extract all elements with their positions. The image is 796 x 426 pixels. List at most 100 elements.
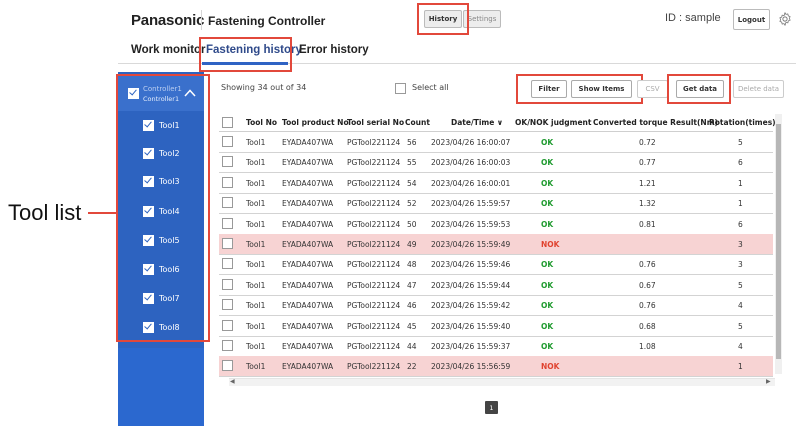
cell-torque: 0.77 xyxy=(639,158,656,168)
cell-datetime: 2023/04/26 15:59:53 xyxy=(431,219,511,229)
cell-product: EYADA407WA xyxy=(282,199,334,209)
tool-list-highlight xyxy=(116,74,210,342)
cell-judgment: OK xyxy=(541,321,554,331)
cell-serial: PGTool221124 xyxy=(347,138,401,147)
filter-show-highlight xyxy=(516,74,643,104)
cell-datetime: 2023/04/26 15:59:42 xyxy=(431,301,511,311)
vertical-scroll-thumb[interactable] xyxy=(776,124,781,359)
csv-button[interactable]: CSV xyxy=(637,80,668,98)
scroll-right-icon[interactable]: ▶ xyxy=(766,378,771,385)
cell-datetime: 2023/04/26 15:59:40 xyxy=(431,321,511,331)
column-header[interactable]: Tool serial No xyxy=(347,118,404,127)
table-row[interactable]: Tool1 EYADA407WA PGTool221124 44 2023/04/26 … xyxy=(219,336,773,357)
table-row[interactable]: Tool1 EYADA407WA PGTool221124 56 2023/04/26 … xyxy=(219,132,773,153)
cell-datetime: 2023/04/26 15:59:49 xyxy=(431,240,511,249)
tab-error-history[interactable]: Error history xyxy=(299,44,369,56)
row-checkbox[interactable] xyxy=(222,278,233,290)
cell-serial: PGTool221124 xyxy=(347,280,401,290)
cell-rotation: 4 xyxy=(738,301,743,311)
delete-data-button[interactable]: Delete data xyxy=(733,80,784,98)
cell-product: EYADA407WA xyxy=(282,280,334,290)
cell-torque: 0.76 xyxy=(639,301,656,311)
cell-product: EYADA407WA xyxy=(282,321,334,331)
cell-rotation: 5 xyxy=(738,321,743,331)
header-checkbox[interactable] xyxy=(222,117,233,128)
cell-rotation: 4 xyxy=(738,342,743,351)
cell-tool: Tool1 xyxy=(246,240,266,249)
cell-serial: PGTool221124 xyxy=(347,342,401,351)
table-row[interactable]: Tool1 EYADA407WA PGTool221124 55 2023/04/26 … xyxy=(219,152,773,174)
tab-work-monitor[interactable]: Work monitor xyxy=(131,44,206,56)
cell-datetime: 2023/04/26 16:00:07 xyxy=(431,138,511,147)
column-header-sort[interactable]: Date/Time ∨ xyxy=(451,118,503,127)
cell-judgment: OK xyxy=(541,342,554,351)
select-all-checkbox[interactable] xyxy=(395,83,406,94)
cell-datetime: 2023/04/26 15:59:37 xyxy=(431,342,511,351)
table-row[interactable]: Tool1 EYADA407WA PGTool221124 45 2023/04/26 … xyxy=(219,316,773,337)
row-checkbox[interactable] xyxy=(222,156,233,168)
cell-count: 50 xyxy=(407,219,417,229)
table-row[interactable]: Tool1 EYADA407WA PGTool221124 49 2023/04/26 … xyxy=(219,234,773,255)
cell-judgment: OK xyxy=(541,280,554,290)
cell-count: 55 xyxy=(407,158,417,168)
cell-judgment: OK xyxy=(541,199,554,209)
table-row[interactable]: Tool1 EYADA407WA PGTool221124 46 2023/04/26 … xyxy=(219,295,773,317)
column-header[interactable]: Converted torque Result(Nm) xyxy=(593,118,718,127)
table-row[interactable]: Tool1 EYADA407WA PGTool221124 47 2023/04/26 … xyxy=(219,275,773,296)
cell-serial: PGTool221124 xyxy=(347,158,401,168)
row-checkbox[interactable] xyxy=(222,360,233,372)
row-checkbox[interactable] xyxy=(222,299,233,311)
row-checkbox[interactable] xyxy=(222,197,233,209)
row-checkbox[interactable] xyxy=(222,217,233,229)
cell-tool: Tool1 xyxy=(246,301,266,311)
cell-torque: 1.08 xyxy=(639,342,656,351)
cell-rotation: 3 xyxy=(738,260,743,270)
gear-icon[interactable] xyxy=(777,11,793,27)
table-row[interactable]: Tool1 EYADA407WA PGTool221124 50 2023/04/26 … xyxy=(219,214,773,235)
cell-torque: 0.68 xyxy=(639,321,656,331)
cell-product: EYADA407WA xyxy=(282,260,334,270)
cell-tool: Tool1 xyxy=(246,321,266,331)
sidebar-lower-panel xyxy=(118,348,204,426)
scroll-left-icon[interactable]: ◀ xyxy=(230,378,235,385)
brand-logo: Panasonic xyxy=(131,12,205,29)
cell-product: EYADA407WA xyxy=(282,158,334,168)
horizontal-scrollbar[interactable] xyxy=(229,378,775,386)
record-count-label: Showing 34 out of 34 xyxy=(221,83,307,92)
cell-judgment: OK xyxy=(541,138,554,147)
cell-rotation: 1 xyxy=(738,178,743,188)
row-checkbox[interactable] xyxy=(222,258,233,270)
cell-rotation: 1 xyxy=(738,199,743,209)
row-checkbox[interactable] xyxy=(222,176,233,188)
column-header[interactable]: Tool product No xyxy=(282,118,349,127)
select-all-label[interactable]: Select all xyxy=(412,83,449,92)
cell-judgment: OK xyxy=(541,178,554,188)
page-number-button[interactable]: 1 xyxy=(485,401,498,414)
cell-product: EYADA407WA xyxy=(282,138,334,147)
row-checkbox[interactable] xyxy=(222,319,233,331)
cell-count: 54 xyxy=(407,178,417,188)
table-row[interactable]: Tool1 EYADA407WA PGTool221124 48 2023/04/26 … xyxy=(219,254,773,276)
row-checkbox[interactable] xyxy=(222,136,233,147)
cell-product: EYADA407WA xyxy=(282,362,334,372)
column-header[interactable]: Tool No xyxy=(246,118,277,127)
column-header[interactable]: Rotation(times) xyxy=(709,118,776,127)
cell-count: 47 xyxy=(407,280,417,290)
cell-serial: PGTool221124 xyxy=(347,178,401,188)
row-checkbox[interactable] xyxy=(222,340,233,351)
cell-tool: Tool1 xyxy=(246,199,266,209)
logout-button[interactable]: Logout xyxy=(733,9,770,30)
cell-judgment: OK xyxy=(541,301,554,311)
column-header[interactable]: OK/NOK judgment xyxy=(515,118,591,127)
cell-product: EYADA407WA xyxy=(282,301,334,311)
table-row[interactable]: Tool1 EYADA407WA PGTool221124 52 2023/04/26 … xyxy=(219,193,773,215)
table-row[interactable]: Tool1 EYADA407WA PGTool221124 22 2023/04/26 … xyxy=(219,356,773,378)
tool-list-annotation: Tool list xyxy=(8,200,82,225)
column-header[interactable]: Count xyxy=(405,118,430,127)
cell-judgment: OK xyxy=(541,158,554,168)
cell-judgment: OK xyxy=(541,219,554,229)
cell-count: 48 xyxy=(407,260,417,270)
table-row[interactable]: Tool1 EYADA407WA PGTool221124 54 2023/04/26 … xyxy=(219,173,773,194)
cell-serial: PGTool221124 xyxy=(347,321,401,331)
row-checkbox[interactable] xyxy=(222,238,233,249)
